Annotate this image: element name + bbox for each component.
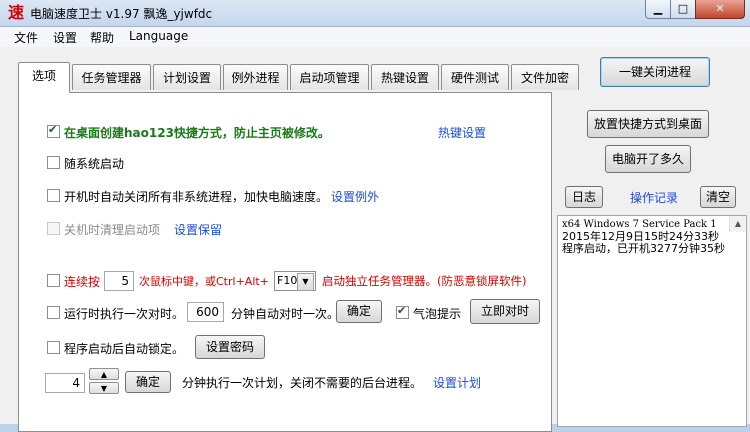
sync-interval-input[interactable]: 600 — [187, 302, 224, 322]
menu-language[interactable]: Language — [129, 29, 188, 43]
tab-task-manager[interactable]: 任务管理器 — [72, 64, 151, 90]
log-line: 程序启动，已开机3277分钟35秒 — [562, 242, 725, 255]
spin-up-icon[interactable]: ▲ — [89, 368, 119, 380]
click-count-input[interactable]: 5 — [104, 271, 134, 291]
clean-startup-on-shutdown-checkbox[interactable] — [47, 222, 60, 235]
hotkey-select-value: F10 — [277, 274, 298, 287]
clear-log-button[interactable]: 清空 — [700, 186, 736, 208]
bubble-tip-checkbox[interactable] — [396, 304, 409, 319]
maximize-button[interactable]: □ — [670, 0, 696, 19]
plan-confirm-button[interactable]: 确定 — [125, 371, 171, 393]
auto-start-label: 随系统启动 — [64, 157, 125, 171]
window-title: 电脑速度卫士 v1.97 飘逸_yjwfdc — [30, 7, 213, 21]
chevron-down-icon: ▼ — [297, 273, 314, 291]
sync-confirm-button[interactable]: 确定 — [336, 300, 382, 323]
bubble-tip-label: 气泡提示 — [413, 307, 462, 321]
menu-bar: 文件 设置 帮助 Language — [0, 27, 750, 47]
sync-interval-label: 分钟自动对时一次。 — [231, 307, 340, 321]
hotkey-settings-link[interactable]: 热键设置 — [438, 124, 486, 141]
menu-file[interactable]: 文件 — [14, 29, 38, 46]
scroll-up-icon[interactable]: ▲ — [729, 216, 746, 232]
operation-record-label[interactable]: 操作记录 — [630, 189, 678, 206]
close-button[interactable]: ✕ — [695, 0, 745, 19]
close-nonsystem-processes-label: 开机时自动关闭所有非系统进程，加快电脑速度。 — [64, 190, 329, 204]
log-textbox[interactable]: x64 Windows 7 Service Pack 1 2015年12月9日1… — [557, 215, 747, 427]
middle-click-middle-label: 次鼠标中键，或Ctrl+Alt+ — [139, 275, 269, 288]
app-logo-icon: 速 — [7, 3, 24, 22]
set-password-button[interactable]: 设置密码 — [195, 335, 265, 359]
set-plan-link[interactable]: 设置计划 — [433, 374, 481, 391]
minimize-button[interactable]: ▁ — [645, 0, 671, 19]
plan-text-label: 分钟执行一次计划，关闭不需要的后台进程。 — [182, 376, 423, 390]
middle-click-prefix-label: 连续按 — [64, 275, 101, 289]
hotkey-select[interactable]: F10 ▼ — [274, 271, 316, 291]
app-window: 速 电脑速度卫士 v1.97 飘逸_yjwfdc ▁ □ ✕ 文件 设置 帮助 … — [0, 0, 750, 432]
auto-lock-checkbox[interactable] — [47, 341, 60, 354]
tab-startup-manager[interactable]: 启动项管理 — [290, 64, 369, 90]
auto-lock-label: 程序启动后自动锁定。 — [64, 342, 185, 356]
tab-hardware-test[interactable]: 硬件测试 — [441, 64, 509, 90]
create-hao123-shortcut-label: 在桌面创建hao123快捷方式，防止主页被修改。 — [64, 126, 330, 140]
set-exception-link[interactable]: 设置例外 — [331, 188, 379, 205]
sync-time-checkbox[interactable] — [47, 306, 60, 319]
auto-start-checkbox[interactable] — [47, 156, 60, 169]
set-keep-link[interactable]: 设置保留 — [174, 221, 222, 238]
tab-hotkey-settings[interactable]: 热键设置 — [371, 64, 439, 90]
place-desktop-shortcut-button[interactable]: 放置快捷方式到桌面 — [587, 110, 709, 138]
spin-down-icon[interactable]: ▼ — [89, 382, 119, 394]
menu-settings[interactable]: 设置 — [53, 29, 77, 46]
tab-file-encrypt[interactable]: 文件加密 — [511, 64, 579, 90]
sync-now-button[interactable]: 立即对时 — [470, 299, 540, 324]
close-all-processes-button[interactable]: 一键关闭进程 — [600, 57, 710, 87]
tab-options[interactable]: 选项 — [18, 62, 70, 93]
plan-interval-input[interactable]: 4 — [45, 373, 85, 393]
close-nonsystem-processes-checkbox[interactable] — [47, 189, 60, 202]
plan-interval-spinner[interactable]: ▲ ▼ — [89, 368, 119, 395]
sync-time-label: 运行时执行一次对时。 — [64, 307, 185, 321]
create-hao123-shortcut-checkbox[interactable] — [47, 123, 60, 138]
tab-plan-settings[interactable]: 计划设置 — [153, 64, 221, 90]
tab-exception-process[interactable]: 例外进程 — [223, 64, 288, 90]
middle-click-suffix-label: 启动独立任务管理器。(防恶意锁屏软件) — [322, 274, 527, 288]
clean-startup-on-shutdown-label: 关机时清理启动项 — [64, 223, 161, 237]
middle-click-taskmgr-checkbox[interactable] — [47, 274, 60, 287]
uptime-button[interactable]: 电脑开了多久 — [605, 145, 691, 173]
log-button[interactable]: 日志 — [565, 186, 603, 208]
menu-help[interactable]: 帮助 — [90, 29, 114, 46]
title-bar: 速 电脑速度卫士 v1.97 飘逸_yjwfdc ▁ □ ✕ — [0, 0, 750, 27]
